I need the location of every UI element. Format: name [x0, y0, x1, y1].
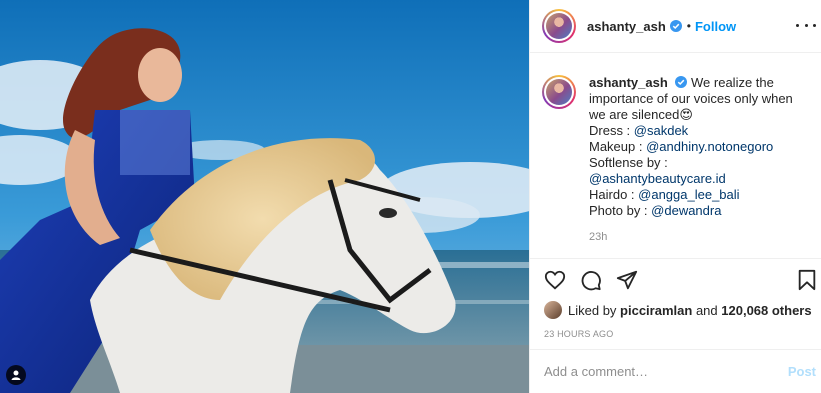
likes-count[interactable]: 120,068 others	[721, 303, 811, 318]
paper-plane-icon[interactable]	[616, 269, 638, 291]
action-buttons	[544, 269, 638, 291]
follow-button[interactable]: Follow	[695, 19, 736, 34]
post-actions-section: Liked by picciramlan and 120,068 others …	[530, 258, 821, 348]
caption-age[interactable]: 23h	[589, 229, 817, 245]
user-tag-icon	[11, 370, 21, 380]
post-timestamp[interactable]: 23 HOURS AGO	[544, 329, 613, 339]
likes-summary[interactable]: Liked by picciramlan and 120,068 others	[544, 301, 812, 319]
comment-input[interactable]: Add a comment…	[544, 364, 648, 379]
mention-link[interactable]: @dewandra	[651, 203, 721, 218]
verified-badge-icon	[669, 20, 682, 32]
caption-text: ashanty_ash We realize the importance of…	[589, 75, 817, 245]
post-photo[interactable]	[0, 0, 529, 393]
mention-link[interactable]: @andhiny.notonegoro	[646, 139, 773, 154]
credit-line-photo: Photo by : @dewandra	[589, 203, 722, 218]
credit-line-hairdo: Hairdo : @angga_lee_bali	[589, 187, 740, 202]
comment-bar: Add a comment… Post	[530, 349, 821, 393]
caption-avatar[interactable]	[542, 75, 576, 109]
save-button[interactable]	[796, 269, 818, 291]
mention-link[interactable]: @ashantybeautycare.id	[589, 171, 726, 186]
post-header: ashanty_ash • Follow	[530, 0, 821, 53]
post-comment-button[interactable]: Post	[788, 364, 816, 379]
heart-icon[interactable]	[544, 269, 566, 291]
credit-line-softlense: Softlense by :	[589, 155, 668, 170]
caption: ashanty_ash We realize the importance of…	[542, 75, 817, 245]
caption-line: importance of our voices only when	[589, 91, 793, 106]
comment-icon[interactable]	[580, 269, 602, 291]
mention-link[interactable]: @sakdek	[634, 123, 688, 138]
credit-line-makeup: Makeup : @andhiny.notonegoro	[589, 139, 774, 154]
credit-line-softlense-mention: @ashantybeautycare.id	[589, 171, 817, 187]
user-tag-button[interactable]	[6, 365, 26, 385]
bookmark-icon	[798, 269, 816, 291]
post-details-panel: ashanty_ash • Follow ashanty_ash We real…	[529, 0, 821, 393]
credit-line-dress: Dress : @sakdek	[589, 123, 689, 138]
separator-dot: •	[686, 19, 691, 33]
liker-avatar	[544, 301, 562, 319]
caption-line: we are silenced😍	[589, 107, 693, 122]
caption-line: We realize the	[691, 75, 774, 90]
photo-image	[0, 0, 529, 393]
mention-link[interactable]: @angga_lee_bali	[638, 187, 739, 202]
more-options-icon[interactable]	[796, 18, 816, 32]
verified-badge-icon	[675, 76, 688, 88]
caption-username[interactable]: ashanty_ash	[589, 75, 668, 90]
liker-username[interactable]: picciramlan	[620, 303, 692, 318]
header-username[interactable]: ashanty_ash	[587, 19, 666, 34]
avatar[interactable]	[542, 9, 576, 43]
